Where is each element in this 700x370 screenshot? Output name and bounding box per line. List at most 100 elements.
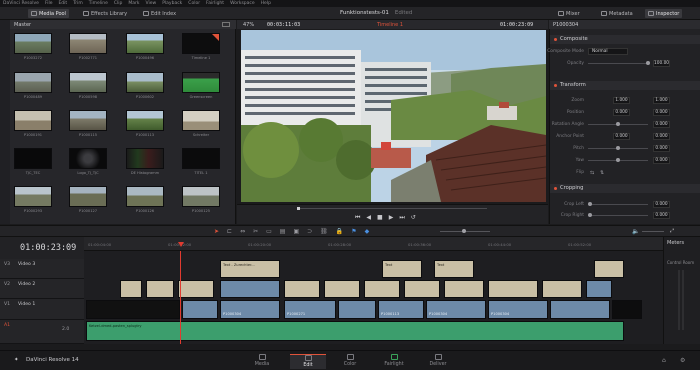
volume-icon[interactable]: 🔈	[632, 228, 639, 235]
skip-start-icon[interactable]: ⏮	[355, 214, 360, 222]
clip-thumbnail[interactable]	[182, 110, 220, 131]
crop-left-field[interactable]: 0.000	[653, 201, 670, 208]
fullscreen-icon[interactable]: ⤢	[670, 228, 674, 234]
crop-right-slider[interactable]	[588, 215, 648, 216]
title-clip[interactable]	[444, 280, 484, 298]
clip-thumbnail[interactable]	[14, 186, 52, 207]
track-header-v3[interactable]: V3 Video 3	[0, 259, 84, 279]
menu-trim[interactable]: Trim	[73, 1, 83, 6]
page-edit[interactable]: Edit	[290, 354, 326, 369]
insert-clip-icon[interactable]: ▭	[266, 228, 272, 235]
clip-thumbnail[interactable]	[14, 148, 52, 169]
effects-library-button[interactable]: Effects Library	[80, 9, 130, 18]
menu-workspace[interactable]: Workspace	[230, 1, 255, 6]
title-clip[interactable]	[594, 260, 624, 278]
clip-thumbnail[interactable]	[14, 33, 52, 54]
edit-index-button[interactable]: Edit Index	[140, 9, 179, 18]
flip-horizontal-icon[interactable]: ⇆	[590, 170, 594, 176]
yaw-field[interactable]: 0.000	[653, 157, 670, 164]
stop-icon[interactable]: ■	[377, 214, 383, 222]
viewer-image[interactable]	[241, 30, 546, 202]
pitch-knob[interactable]	[616, 146, 620, 150]
opacity-slider[interactable]	[588, 63, 648, 64]
menu-clip[interactable]: Clip	[114, 1, 123, 6]
play-icon[interactable]: ▶	[389, 214, 394, 222]
video-clip[interactable]	[182, 300, 218, 319]
menu-timeline[interactable]: Timeline	[89, 1, 108, 6]
metadata-button[interactable]: Metadata	[598, 9, 636, 18]
timeline-name[interactable]: Timeline 1	[377, 22, 403, 28]
link-icon[interactable]: ⛓	[320, 228, 328, 235]
video-clip[interactable]: P1000304	[220, 300, 280, 319]
bin-name[interactable]: Master	[14, 22, 31, 28]
video-clip[interactable]	[338, 300, 376, 319]
video-clip[interactable]: P1000113	[378, 300, 424, 319]
playhead-line[interactable]	[180, 251, 181, 344]
yaw-knob[interactable]	[616, 158, 620, 162]
crop-right-knob[interactable]	[588, 213, 592, 217]
overwrite-clip-icon[interactable]: ▤	[280, 228, 286, 235]
zoom-x-field[interactable]: 1.000	[613, 97, 630, 104]
zoom-y-field[interactable]: 1.000	[653, 97, 670, 104]
menu-app[interactable]: DaVinci Resolve	[3, 1, 39, 6]
clip-thumbnail[interactable]	[126, 186, 164, 207]
loop-icon[interactable]: ↺	[411, 214, 416, 222]
menu-color[interactable]: Color	[188, 1, 200, 6]
menu-playback[interactable]: Playback	[162, 1, 182, 6]
clip-thumbnail[interactable]	[182, 148, 220, 169]
position-y-field[interactable]: 0.000	[653, 109, 670, 116]
clip-thumbnail[interactable]	[126, 110, 164, 131]
home-icon[interactable]: ⌂	[662, 357, 666, 364]
page-fairlight[interactable]: Fairlight	[376, 354, 412, 369]
enable-dot-icon[interactable]	[554, 84, 557, 87]
replace-clip-icon[interactable]: ▣	[293, 228, 299, 235]
composite-section[interactable]: Composite	[550, 35, 700, 44]
timeline-ruler[interactable]: 01:00:04:00 01:00:12:00 01:00:20:00 01:0…	[84, 237, 663, 251]
view-mode-icon[interactable]	[222, 22, 230, 27]
track-header-v1[interactable]: V1 Video 1	[0, 299, 84, 320]
clip-thumbnail[interactable]	[126, 72, 164, 93]
anchor-x-field[interactable]: 0.000	[613, 133, 630, 140]
opacity-field[interactable]: 100.00	[653, 60, 670, 67]
menu-edit[interactable]: Edit	[58, 1, 67, 6]
page-media[interactable]: Media	[244, 354, 280, 369]
video-clip[interactable]	[550, 300, 610, 319]
clip-thumbnail[interactable]	[69, 148, 107, 169]
flip-vertical-icon[interactable]: ⇅	[600, 170, 604, 176]
dynamic-trim-icon[interactable]: ⇔	[240, 228, 245, 235]
video-clip[interactable]: P1000271	[284, 300, 336, 319]
position-lock-icon[interactable]: 🔒	[336, 228, 343, 235]
clip-thumbnail[interactable]	[69, 110, 107, 131]
rotation-knob[interactable]	[616, 122, 620, 126]
video-clip[interactable]	[86, 300, 180, 319]
video-clip[interactable]	[220, 280, 280, 298]
menu-view[interactable]: View	[146, 1, 157, 6]
clip-thumbnail[interactable]	[69, 186, 107, 207]
mixer-button[interactable]: Mixer	[555, 9, 583, 18]
skip-end-icon[interactable]: ⏭	[399, 214, 404, 222]
trim-tool-icon[interactable]: ⊏	[227, 228, 232, 235]
timeline-timecode[interactable]: 01:00:23:09	[20, 243, 76, 253]
snapping-icon[interactable]: ⊃	[307, 228, 312, 235]
clip-thumbnail[interactable]	[69, 33, 107, 54]
menu-file[interactable]: File	[45, 1, 53, 6]
title-clip[interactable]	[178, 280, 214, 298]
title-clip[interactable]	[404, 280, 440, 298]
anchor-y-field[interactable]: 0.000	[653, 133, 670, 140]
blade-tool-icon[interactable]: ✂	[253, 228, 258, 235]
track-header-v2[interactable]: V2 Video 2	[0, 279, 84, 299]
playhead-handle-icon[interactable]	[178, 242, 184, 247]
enable-dot-icon[interactable]	[554, 38, 557, 41]
title-clip[interactable]: Text	[382, 260, 422, 278]
crop-right-field[interactable]: 0.000	[653, 212, 670, 219]
menu-mark[interactable]: Mark	[128, 1, 139, 6]
video-clip[interactable]: P1000304	[426, 300, 486, 319]
title-clip[interactable]	[364, 280, 400, 298]
position-x-field[interactable]: 0.000	[613, 109, 630, 116]
clip-thumbnail[interactable]	[14, 72, 52, 93]
flag-icon[interactable]: ⚑	[351, 228, 356, 235]
settings-icon[interactable]: ⚙	[680, 357, 685, 364]
rotation-field[interactable]: 0.000	[653, 121, 670, 128]
video-clip[interactable]: P1000304	[488, 300, 548, 319]
volume-slider[interactable]	[642, 231, 664, 232]
